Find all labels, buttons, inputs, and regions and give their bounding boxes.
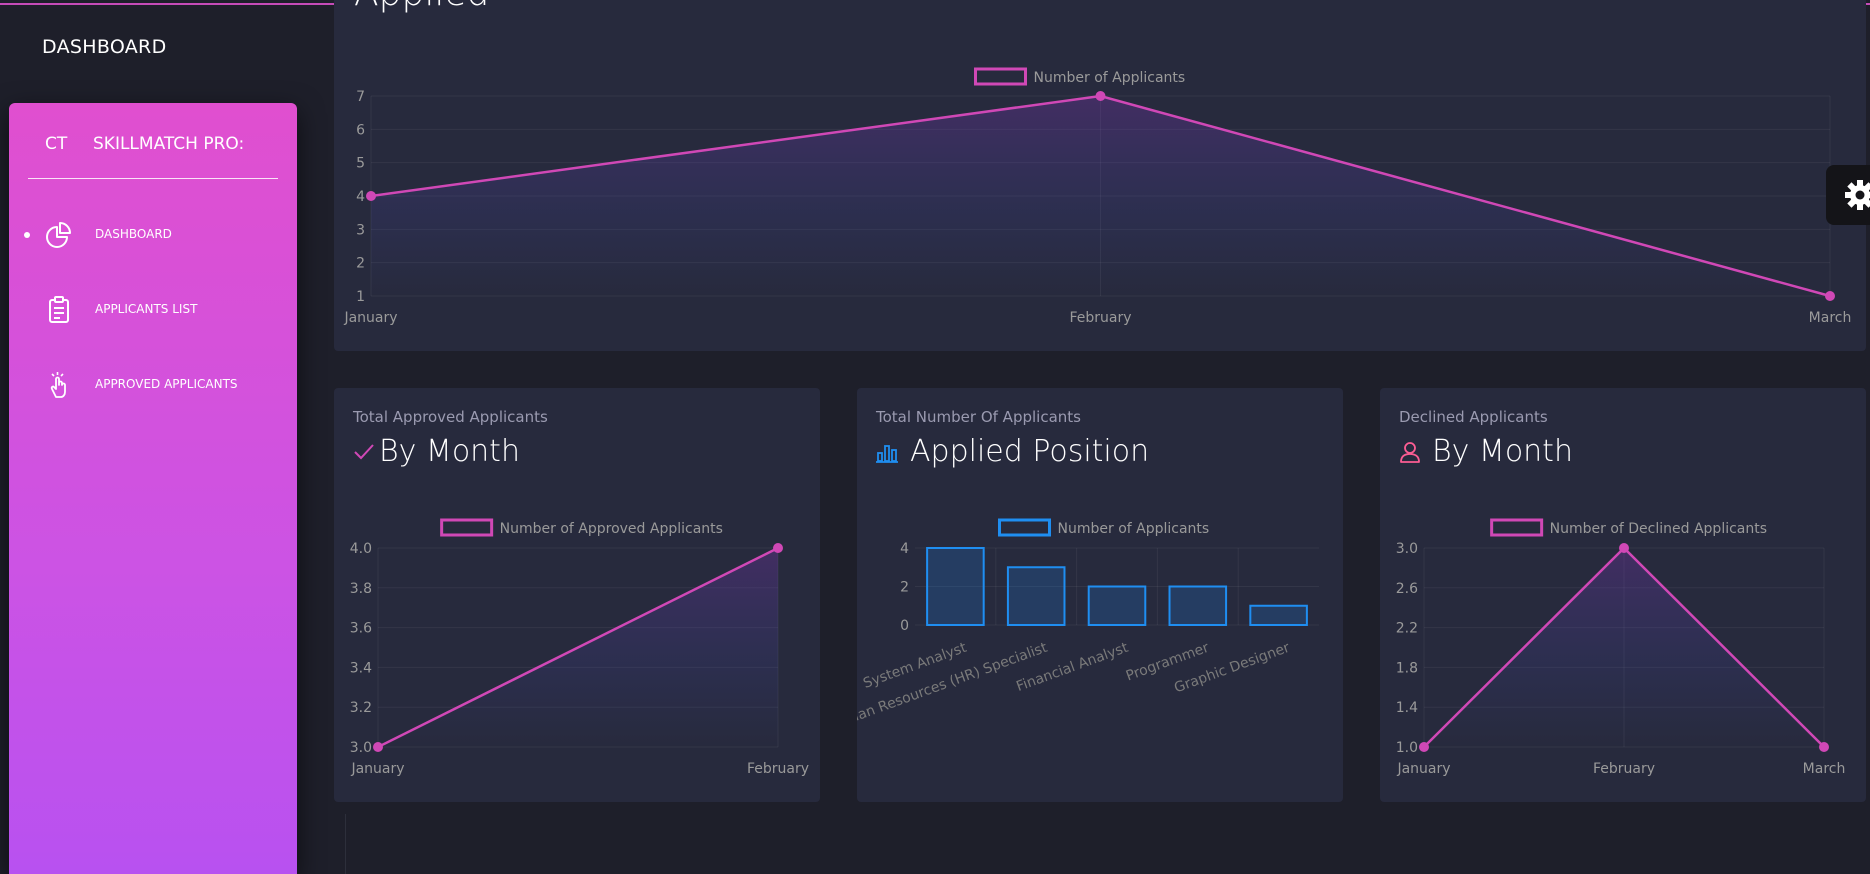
sidebar-item-label: APPLICANTS LIST — [95, 302, 198, 316]
bottom-card-edge — [345, 814, 346, 874]
y-tick-label: 3.0 — [350, 740, 372, 756]
x-tick-label: January — [350, 761, 404, 777]
y-tick-label: 2 — [356, 256, 365, 272]
y-tick-label: 4 — [900, 541, 909, 557]
y-tick-label: 0 — [900, 618, 909, 634]
y-tick-label: 3.8 — [350, 581, 372, 597]
y-tick-label: 6 — [356, 122, 365, 138]
data-point — [773, 543, 783, 553]
x-tick-label: February — [1069, 310, 1131, 326]
y-tick-label: 3.0 — [1396, 541, 1418, 557]
data-point — [1825, 291, 1835, 301]
y-tick-label: 5 — [356, 156, 365, 172]
clipboard-icon — [49, 296, 69, 323]
y-tick-label: 1.4 — [1396, 700, 1418, 716]
y-tick-label: 4 — [356, 189, 365, 205]
x-tick-label: February — [1593, 761, 1655, 777]
sidebar-item-approved-applicants[interactable]: APPROVED APPLICANTS — [9, 366, 297, 406]
bar — [1168, 585, 1228, 626]
sidebar-logo-mini[interactable]: CT — [45, 134, 67, 154]
active-indicator — [24, 232, 30, 238]
sidebar-header: CT SKILLMATCH PRO: — [9, 131, 297, 161]
applied-line-chart: 7 6 5 4 3 2 1 January February March Number of App… — [343, 67, 1852, 326]
legend-label: Number of Approved Applicants — [500, 521, 723, 537]
gear-icon[interactable] — [1826, 165, 1870, 225]
data-point — [1819, 742, 1829, 752]
brand-title[interactable]: DASHBOARD — [42, 36, 167, 58]
y-tick-label: 3.6 — [350, 621, 372, 637]
legend-label: Number of Applicants — [1034, 70, 1186, 86]
bar — [1006, 566, 1066, 626]
y-tick-label: 3.4 — [350, 660, 372, 676]
y-tick-label: 2 — [900, 580, 909, 596]
legend-swatch — [1490, 518, 1544, 537]
y-tick-label: 4.0 — [350, 541, 372, 557]
sidebar-item-label: APPROVED APPLICANTS — [95, 377, 238, 391]
data-point — [1619, 543, 1629, 553]
sidebar-logo-name[interactable]: SKILLMATCH PRO: — [93, 134, 244, 154]
legend-swatch — [974, 67, 1027, 86]
sidebar-divider — [28, 178, 278, 179]
sidebar: CT SKILLMATCH PRO: DASHBOARD APPLICANTS … — [9, 103, 297, 874]
sidebar-item-dashboard[interactable]: DASHBOARD — [9, 216, 297, 256]
data-point — [1095, 91, 1106, 101]
y-tick-label: 2.6 — [1396, 581, 1418, 597]
bar — [1087, 585, 1147, 626]
x-tick-label: March — [1809, 310, 1852, 326]
x-tick-label: February — [747, 761, 809, 777]
sidebar-item-label: DASHBOARD — [95, 227, 172, 241]
data-point — [373, 742, 383, 752]
positions-chart-card: Total Number Of Applicants Applied Posit… — [857, 388, 1343, 802]
x-tick-label: January — [343, 310, 397, 326]
area-fill — [1424, 548, 1824, 747]
legend-swatch — [998, 518, 1051, 537]
approved-line-chart: 4.0 3.8 3.6 3.4 3.2 3.0 January February Number … — [350, 518, 809, 777]
pie-chart-icon — [46, 222, 71, 248]
y-tick-label: 7 — [356, 89, 365, 105]
declined-line-chart: 3.0 2.6 2.2 1.8 1.4 1.0 January February March Nu… — [1396, 518, 1846, 777]
y-tick-label: 1 — [356, 289, 365, 305]
bar — [1249, 604, 1308, 626]
legend-swatch — [440, 518, 494, 537]
y-tick-label: 2.2 — [1396, 621, 1418, 637]
declined-chart-card: Declined Applicants By Month 3.0 2.6 2.2 1.… — [1380, 388, 1866, 802]
data-point — [1419, 742, 1429, 752]
data-point — [366, 191, 376, 201]
legend-label: Number of Declined Applicants — [1550, 521, 1767, 537]
y-tick-label: 3 — [356, 222, 365, 238]
sidebar-item-applicants-list[interactable]: APPLICANTS LIST — [9, 291, 297, 331]
y-tick-label: 1.0 — [1396, 740, 1418, 756]
pointer-hand-icon — [50, 372, 66, 398]
positions-bar-chart: 420System AnalystHuman Resources (HR) Sp… — [857, 518, 1319, 735]
applied-chart-card: Applied 7654321JanuaryFebruaryMarchNumbe… — [334, 0, 1866, 351]
x-tick-label: March — [1803, 761, 1846, 777]
bar — [926, 547, 985, 626]
x-tick-label: January — [1396, 761, 1450, 777]
legend-label: Number of Applicants — [1058, 521, 1210, 537]
y-tick-label: 3.2 — [350, 700, 372, 716]
y-tick-label: 1.8 — [1396, 660, 1418, 676]
approved-chart-card: Total Approved Applicants By Month 4.0 3.… — [334, 388, 820, 802]
settings-plugin[interactable] — [1826, 165, 1870, 225]
